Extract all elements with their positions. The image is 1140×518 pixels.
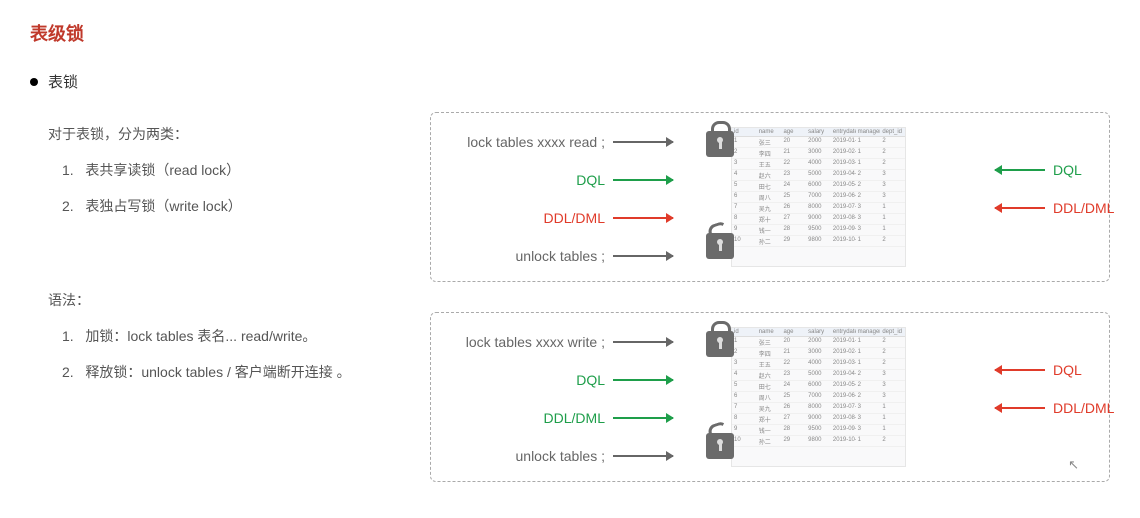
list-text: 表独占写锁（write lock）	[85, 198, 241, 214]
lock-open-icon	[706, 433, 734, 459]
arrow-right-icon	[613, 379, 673, 381]
arrow-right-icon	[613, 179, 673, 181]
th: id	[732, 128, 757, 136]
cmd-label: unlock tables ;	[439, 448, 609, 464]
type-1: 1. 表共享读锁（read lock）	[48, 156, 410, 184]
th: age	[781, 328, 806, 336]
cmd-label: lock tables xxxx read ;	[439, 134, 609, 150]
cmd-label: unlock tables ;	[439, 248, 609, 264]
left-column: 对于表锁，分为两类： 1. 表共享读锁（read lock） 2. 表独占写锁（…	[30, 112, 410, 482]
arrow-right-icon	[613, 455, 673, 457]
right-labels: DQL DDL/DML	[991, 313, 1111, 423]
diagram-read-lock: id name age salary entrydate managerid d…	[430, 112, 1110, 282]
th: salary	[806, 328, 831, 336]
list-text: 加锁：lock tables 表名... read/write。	[85, 328, 316, 344]
data-table-graphic: id name age salary entrydate managerid d…	[731, 127, 906, 267]
list-num: 2.	[62, 364, 74, 380]
cmd-label: DDL/DML	[439, 210, 609, 226]
th: salary	[806, 128, 831, 136]
arrow-right-icon	[613, 217, 673, 219]
right-label-row: DQL	[991, 355, 1111, 385]
data-table-graphic: id name age salary entrydate managerid d…	[731, 327, 906, 467]
lock-closed-icon	[706, 331, 734, 357]
right-labels: DQL DDL/DML	[991, 113, 1111, 223]
th: dept_id	[880, 328, 905, 336]
syntax-2: 2. 释放锁：unlock tables / 客户端断开连接 。	[48, 358, 410, 386]
type-2: 2. 表独占写锁（write lock）	[48, 192, 410, 220]
arrow-right-icon	[613, 255, 673, 257]
diagram-write-lock: id name age salary entrydate managerid d…	[430, 312, 1110, 482]
right-label-row: DDL/DML	[991, 393, 1111, 423]
right-label: DQL	[1049, 162, 1082, 178]
bullet-text: 表锁	[48, 71, 78, 92]
arrow-right-icon	[613, 417, 673, 419]
right-label-row: DDL/DML	[991, 193, 1111, 223]
th: entrydate	[831, 128, 856, 136]
cursor-icon: ↖	[1068, 457, 1079, 473]
th: age	[781, 128, 806, 136]
bullet-heading: 表锁	[30, 71, 1110, 92]
th: id	[732, 328, 757, 336]
page-title: 表级锁	[30, 20, 1110, 46]
arrow-left-icon	[995, 407, 1045, 409]
arrow-right-icon	[613, 341, 673, 343]
cmd-label: lock tables xxxx write ;	[439, 334, 609, 350]
right-label: DDL/DML	[1049, 200, 1114, 216]
lock-closed-icon	[706, 131, 734, 157]
th: managerid	[856, 128, 881, 136]
right-label-row: DQL	[991, 155, 1111, 185]
th: entrydate	[831, 328, 856, 336]
list-num: 2.	[62, 198, 74, 214]
cmd-label: DQL	[439, 372, 609, 388]
syntax-1: 1. 加锁：lock tables 表名... read/write。	[48, 322, 410, 350]
syntax-title: 语法：	[48, 286, 410, 314]
content-area: 对于表锁，分为两类： 1. 表共享读锁（read lock） 2. 表独占写锁（…	[30, 112, 1110, 482]
list-num: 1.	[62, 162, 74, 178]
arrow-left-icon	[995, 369, 1045, 371]
bullet-icon	[30, 78, 38, 86]
arrow-right-icon	[613, 141, 673, 143]
th: managerid	[856, 328, 881, 336]
list-text: 释放锁：unlock tables / 客户端断开连接 。	[85, 364, 350, 380]
cmd-label: DDL/DML	[439, 410, 609, 426]
arrow-left-icon	[995, 169, 1045, 171]
right-label: DQL	[1049, 362, 1082, 378]
arrow-left-icon	[995, 207, 1045, 209]
list-num: 1.	[62, 328, 74, 344]
right-column: id name age salary entrydate managerid d…	[430, 112, 1110, 482]
right-label: DDL/DML	[1049, 400, 1114, 416]
th: name	[757, 128, 782, 136]
cmd-label: DQL	[439, 172, 609, 188]
intro-text: 对于表锁，分为两类：	[48, 120, 410, 148]
th: dept_id	[880, 128, 905, 136]
list-text: 表共享读锁（read lock）	[85, 162, 240, 178]
th: name	[757, 328, 782, 336]
lock-open-icon	[706, 233, 734, 259]
